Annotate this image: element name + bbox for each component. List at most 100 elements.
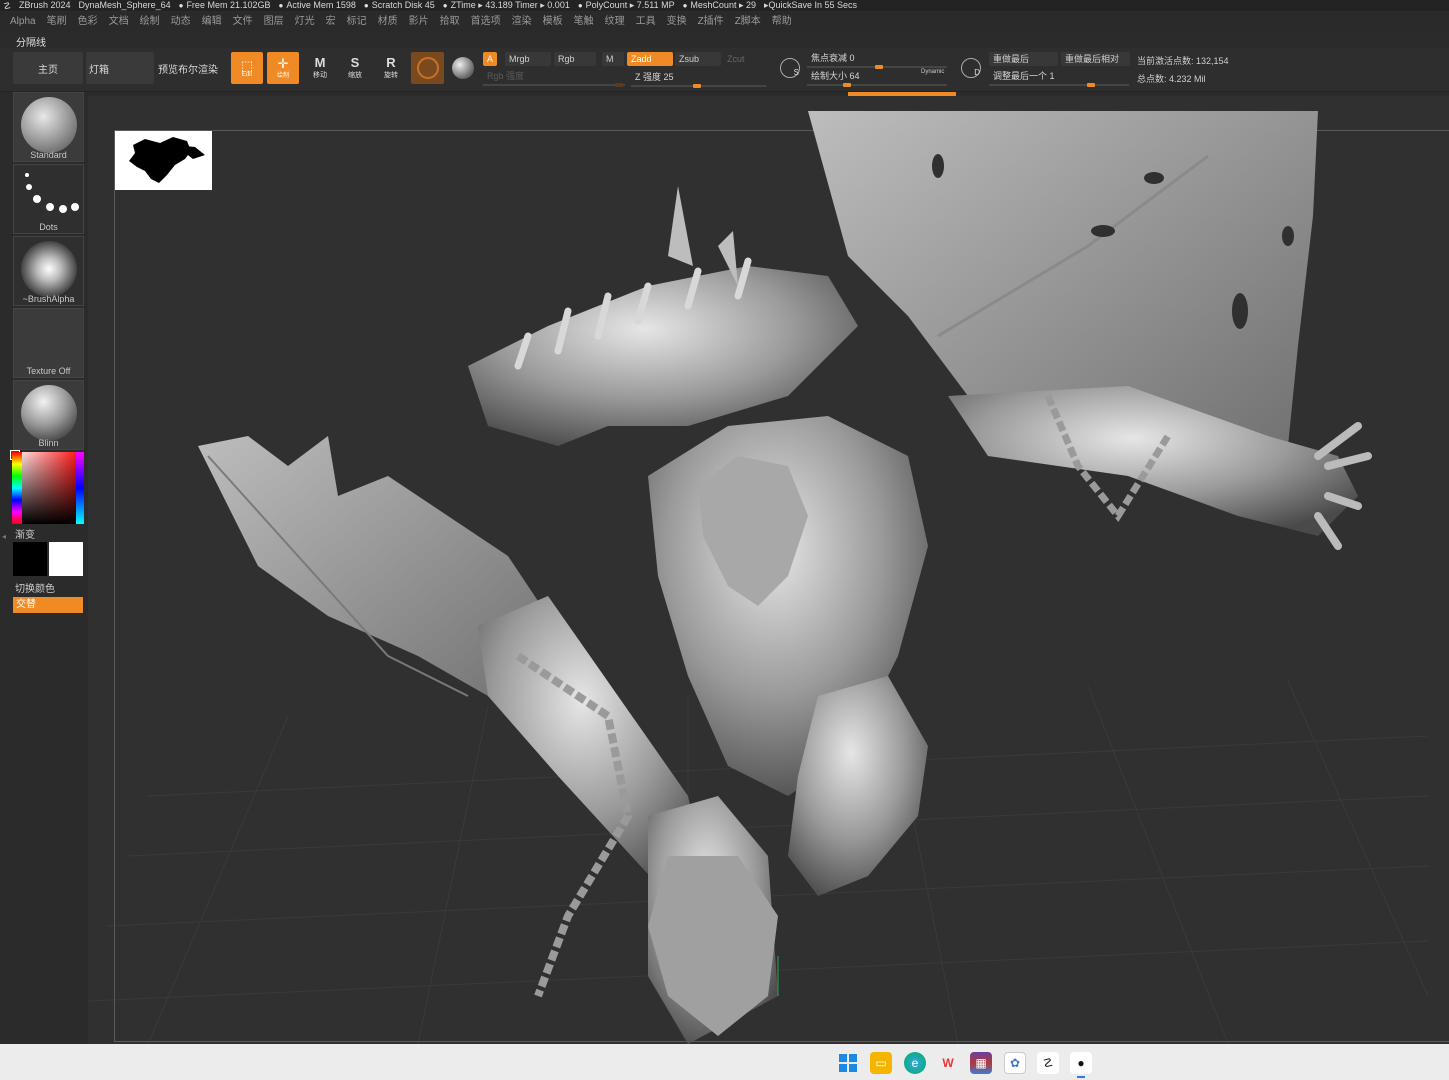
menu-render[interactable]: 渲染 <box>512 12 532 32</box>
menu-tool[interactable]: 工具 <box>636 12 656 32</box>
menu-draw[interactable]: 绘制 <box>140 12 160 32</box>
gradient-label[interactable]: 渐变 <box>15 526 35 541</box>
menu-light[interactable]: 灯光 <box>295 12 315 32</box>
alternate-button[interactable]: 交替 <box>13 597 83 613</box>
material-swatch-button[interactable] <box>411 52 444 84</box>
rotate-label: 旋转 <box>384 72 398 79</box>
menu-color[interactable]: 色彩 <box>78 12 98 32</box>
app-blue-icon[interactable]: ✿ <box>1004 1052 1026 1074</box>
dynamic-toggle[interactable]: Dynamic <box>921 69 944 75</box>
s-lazy-button[interactable]: S <box>776 54 804 82</box>
focal-shift-slider[interactable]: 焦点衰减 0 <box>807 51 947 69</box>
stroke-selector[interactable]: Dots <box>13 164 84 234</box>
separator-label: 分隔线 <box>16 38 46 49</box>
zadd-toggle[interactable]: Zadd <box>627 52 673 66</box>
document-canvas[interactable] <box>88 96 1449 1044</box>
material-selector[interactable]: Blinn <box>13 380 84 450</box>
menu-brush[interactable]: 笔刷 <box>47 12 67 32</box>
rotate-mode-button[interactable]: R 旋转 <box>377 54 405 82</box>
file-explorer-icon[interactable]: ▭ <box>870 1052 892 1074</box>
windows-taskbar: ▭ e W ▦ ✿ ☡ ● <box>0 1044 1449 1080</box>
home-button[interactable]: 主页 <box>13 52 83 84</box>
focal-shift-label: 焦点衰减 0 <box>811 53 855 63</box>
switch-color-button[interactable]: 切换颜色 <box>15 580 55 595</box>
move-icon: M <box>314 55 326 70</box>
draw-mode-button[interactable]: ✛ 绘制 <box>267 52 299 84</box>
wps-office-icon[interactable]: W <box>937 1052 959 1074</box>
menu-help[interactable]: 帮助 <box>772 12 792 32</box>
texture-selector[interactable]: Texture Off <box>13 308 84 378</box>
menu-document[interactable]: 文档 <box>109 12 129 32</box>
menu-stencil[interactable]: 模板 <box>543 12 563 32</box>
demon-sculpt-model[interactable] <box>88 96 1449 1044</box>
mrgb-toggle[interactable]: Mrgb <box>505 52 551 66</box>
dots-stroke-icon <box>24 173 79 213</box>
menu-layer[interactable]: 图层 <box>264 12 284 32</box>
menu-edit[interactable]: 编辑 <box>202 12 222 32</box>
adjust-last-slider[interactable]: 调整最后一个 1 <box>989 69 1129 87</box>
standard-brush-icon <box>20 97 77 153</box>
d-button[interactable]: D <box>957 54 985 82</box>
winrar-icon[interactable]: ▦ <box>970 1052 992 1074</box>
separator-row: 分隔线 <box>0 32 1449 49</box>
edge-browser-icon[interactable]: e <box>904 1052 926 1074</box>
meshcount-status: MeshCount ▸ 29 <box>683 0 756 11</box>
menu-picker[interactable]: 拾取 <box>440 12 460 32</box>
menu-zscript[interactable]: Z脚本 <box>735 12 761 32</box>
menu-stroke[interactable]: 笔触 <box>574 12 594 32</box>
scale-mode-button[interactable]: S 缩放 <box>341 54 369 82</box>
d-target-icon: D <box>961 58 981 78</box>
menu-marker[interactable]: 标记 <box>347 12 367 32</box>
tray-collapse-icon[interactable]: ◂ <box>2 532 8 552</box>
redo-last-relative-button[interactable]: 重做最后相对 <box>1061 52 1130 66</box>
brush-alpha-icon <box>20 241 77 297</box>
menu-dynamics[interactable]: 动态 <box>171 12 191 32</box>
windows-start-icon[interactable] <box>837 1052 859 1074</box>
left-tray: Standard Dots ~BrushAlpha Texture Off Bl… <box>0 92 88 1044</box>
menu-texture[interactable]: 纹理 <box>605 12 625 32</box>
move-mode-button[interactable]: M 移动 <box>306 54 334 82</box>
z-intensity-slider[interactable]: Z 强度 25 <box>631 70 766 88</box>
scale-label: 缩放 <box>348 72 362 79</box>
menu-transform[interactable]: 变换 <box>667 12 687 32</box>
menu-movie[interactable]: 影片 <box>409 12 429 32</box>
free-mem-status: Free Mem 21.102GB <box>179 0 270 11</box>
active-mem-status: Active Mem 1598 <box>278 0 356 11</box>
navigation-thumbnail[interactable] <box>115 131 212 190</box>
qq-icon[interactable]: ● <box>1070 1052 1092 1074</box>
adjust-last-label: 调整最后一个 1 <box>993 71 1055 81</box>
brush-selector[interactable]: Standard <box>13 92 84 162</box>
lightbox-button[interactable]: 灯箱 <box>86 52 154 84</box>
a-toggle[interactable]: A <box>483 52 498 66</box>
rotate-icon: R <box>386 55 396 70</box>
brush-type-button[interactable] <box>449 54 477 82</box>
hue-strip-right[interactable] <box>76 452 84 524</box>
s-target-icon: S <box>780 58 800 78</box>
secondary-color-swatch[interactable] <box>49 542 83 576</box>
alpha-selector[interactable]: ~BrushAlpha <box>13 236 84 306</box>
edit-mode-button[interactable]: ⬚ Edit <box>231 52 263 84</box>
texture-label: Texture Off <box>26 366 71 376</box>
rgb-intensity-slider[interactable]: Rgb 强度 <box>483 69 625 87</box>
menu-material[interactable]: 材质 <box>378 12 398 32</box>
menu-zplugin[interactable]: Z插件 <box>698 12 724 32</box>
main-color-swatch[interactable] <box>13 542 47 576</box>
hue-strip[interactable] <box>12 452 22 524</box>
menu-alpha[interactable]: Alpha <box>10 12 36 32</box>
menu-macro[interactable]: 宏 <box>326 12 336 32</box>
document-title: DynaMesh_Sphere_64 <box>78 0 171 10</box>
zcut-toggle[interactable]: Zcut <box>723 52 749 66</box>
m-toggle[interactable]: M <box>602 52 624 66</box>
menu-preferences[interactable]: 首选项 <box>471 12 501 32</box>
draw-icon: ✛ <box>277 56 289 71</box>
alpha-label: ~BrushAlpha <box>22 294 75 304</box>
zsub-toggle[interactable]: Zsub <box>675 52 721 66</box>
menu-file[interactable]: 文件 <box>233 12 253 32</box>
color-picker[interactable] <box>10 450 84 524</box>
zbrush-taskbar-icon[interactable]: ☡ <box>1037 1052 1059 1074</box>
redo-last-button[interactable]: 重做最后 <box>989 52 1058 66</box>
bpr-preview-button[interactable]: 预览布尔渲染 <box>157 52 219 84</box>
rgb-toggle[interactable]: Rgb <box>554 52 596 66</box>
rgb-intensity-label: Rgb 强度 <box>487 71 525 81</box>
active-points-readout: 当前激活点数: 132,154 <box>1137 56 1229 66</box>
